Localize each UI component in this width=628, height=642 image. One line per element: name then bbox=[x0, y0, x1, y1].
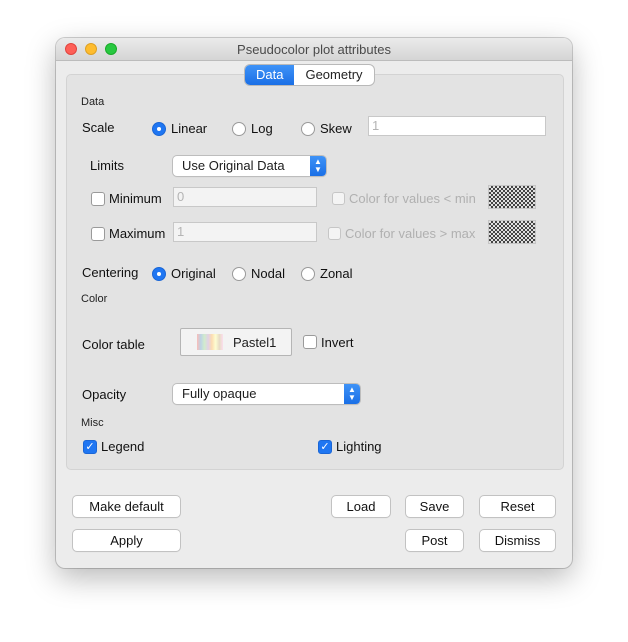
limits-mode-value: Use Original Data bbox=[182, 158, 285, 173]
maximum-value-input[interactable]: 1 bbox=[173, 222, 317, 242]
scale-log-radio[interactable] bbox=[232, 122, 246, 136]
load-button[interactable]: Load bbox=[332, 496, 390, 517]
maximum-label: Maximum bbox=[109, 226, 166, 241]
color-table-name: Pastel1 bbox=[233, 335, 277, 350]
make-default-button[interactable]: Make default bbox=[73, 496, 180, 517]
opacity-select[interactable]: Fully opaque ▲ ▼ bbox=[173, 384, 360, 404]
centering-zonal-radio[interactable] bbox=[301, 267, 315, 281]
tab-bar: Data Geometry bbox=[245, 65, 374, 85]
invert-label: Invert bbox=[321, 335, 354, 350]
save-button[interactable]: Save bbox=[406, 496, 463, 517]
chevron-updown-icon: ▲ ▼ bbox=[344, 384, 360, 404]
tab-geometry[interactable]: Geometry bbox=[294, 65, 373, 85]
data-section-label: Data bbox=[81, 96, 105, 108]
misc-section-label: Misc bbox=[81, 417, 104, 429]
legend-label: Legend bbox=[101, 439, 145, 454]
lighting-checkbox[interactable]: ✓ bbox=[318, 440, 332, 454]
opacity-label: Opacity bbox=[82, 387, 127, 402]
centering-nodal-radio[interactable] bbox=[232, 267, 246, 281]
dismiss-button[interactable]: Dismiss bbox=[480, 530, 555, 551]
minimum-checkbox[interactable] bbox=[91, 192, 105, 206]
chevron-updown-icon: ▲ ▼ bbox=[310, 156, 326, 176]
centering-original-radio[interactable] bbox=[152, 267, 166, 281]
skew-factor-input[interactable]: 1 bbox=[368, 116, 546, 136]
centering-nodal-label[interactable]: Nodal bbox=[251, 266, 285, 281]
window-title: Pseudocolor plot attributes bbox=[237, 42, 391, 57]
reset-button[interactable]: Reset bbox=[480, 496, 555, 517]
centering-original-label[interactable]: Original bbox=[171, 266, 216, 281]
min-color-swatch-button[interactable] bbox=[488, 185, 536, 209]
color-table-button[interactable]: Pastel1 bbox=[180, 328, 292, 356]
invert-checkbox[interactable] bbox=[303, 335, 317, 349]
data-tab-panel: Data Scale Linear Log Skew 1 Limits Use … bbox=[66, 74, 564, 470]
color-table-preview-icon bbox=[197, 334, 223, 350]
title-bar[interactable]: Pseudocolor plot attributes bbox=[56, 38, 572, 61]
centering-zonal-label[interactable]: Zonal bbox=[320, 266, 353, 281]
limits-label: Limits bbox=[90, 158, 124, 173]
centering-label: Centering bbox=[82, 265, 139, 280]
legend-checkbox[interactable]: ✓ bbox=[83, 440, 97, 454]
maximum-checkbox[interactable] bbox=[91, 227, 105, 241]
color-table-label: Color table bbox=[82, 337, 145, 352]
post-button[interactable]: Post bbox=[406, 530, 463, 551]
minimum-value-input[interactable]: 0 bbox=[173, 187, 317, 207]
scale-linear-label[interactable]: Linear bbox=[171, 121, 207, 136]
scale-linear-radio[interactable] bbox=[152, 122, 166, 136]
scale-skew-radio[interactable] bbox=[301, 122, 315, 136]
max-color-swatch-button[interactable] bbox=[488, 220, 536, 244]
tab-data[interactable]: Data bbox=[245, 65, 295, 85]
limits-mode-select[interactable]: Use Original Data ▲ ▼ bbox=[173, 156, 326, 176]
max-color-label: Color for values > max bbox=[345, 226, 476, 241]
min-color-checkbox[interactable] bbox=[332, 192, 345, 205]
opacity-value: Fully opaque bbox=[182, 386, 257, 401]
scale-label: Scale bbox=[82, 120, 115, 135]
color-section-label: Color bbox=[81, 293, 108, 305]
minimum-label: Minimum bbox=[109, 191, 162, 206]
scale-log-label[interactable]: Log bbox=[251, 121, 273, 136]
max-color-checkbox[interactable] bbox=[328, 227, 341, 240]
apply-button[interactable]: Apply bbox=[73, 530, 180, 551]
min-color-label: Color for values < min bbox=[349, 191, 476, 206]
lighting-label: Lighting bbox=[336, 439, 382, 454]
scale-skew-label[interactable]: Skew bbox=[320, 121, 352, 136]
pseudocolor-attributes-window: Pseudocolor plot attributes Data Geometr… bbox=[56, 38, 572, 568]
